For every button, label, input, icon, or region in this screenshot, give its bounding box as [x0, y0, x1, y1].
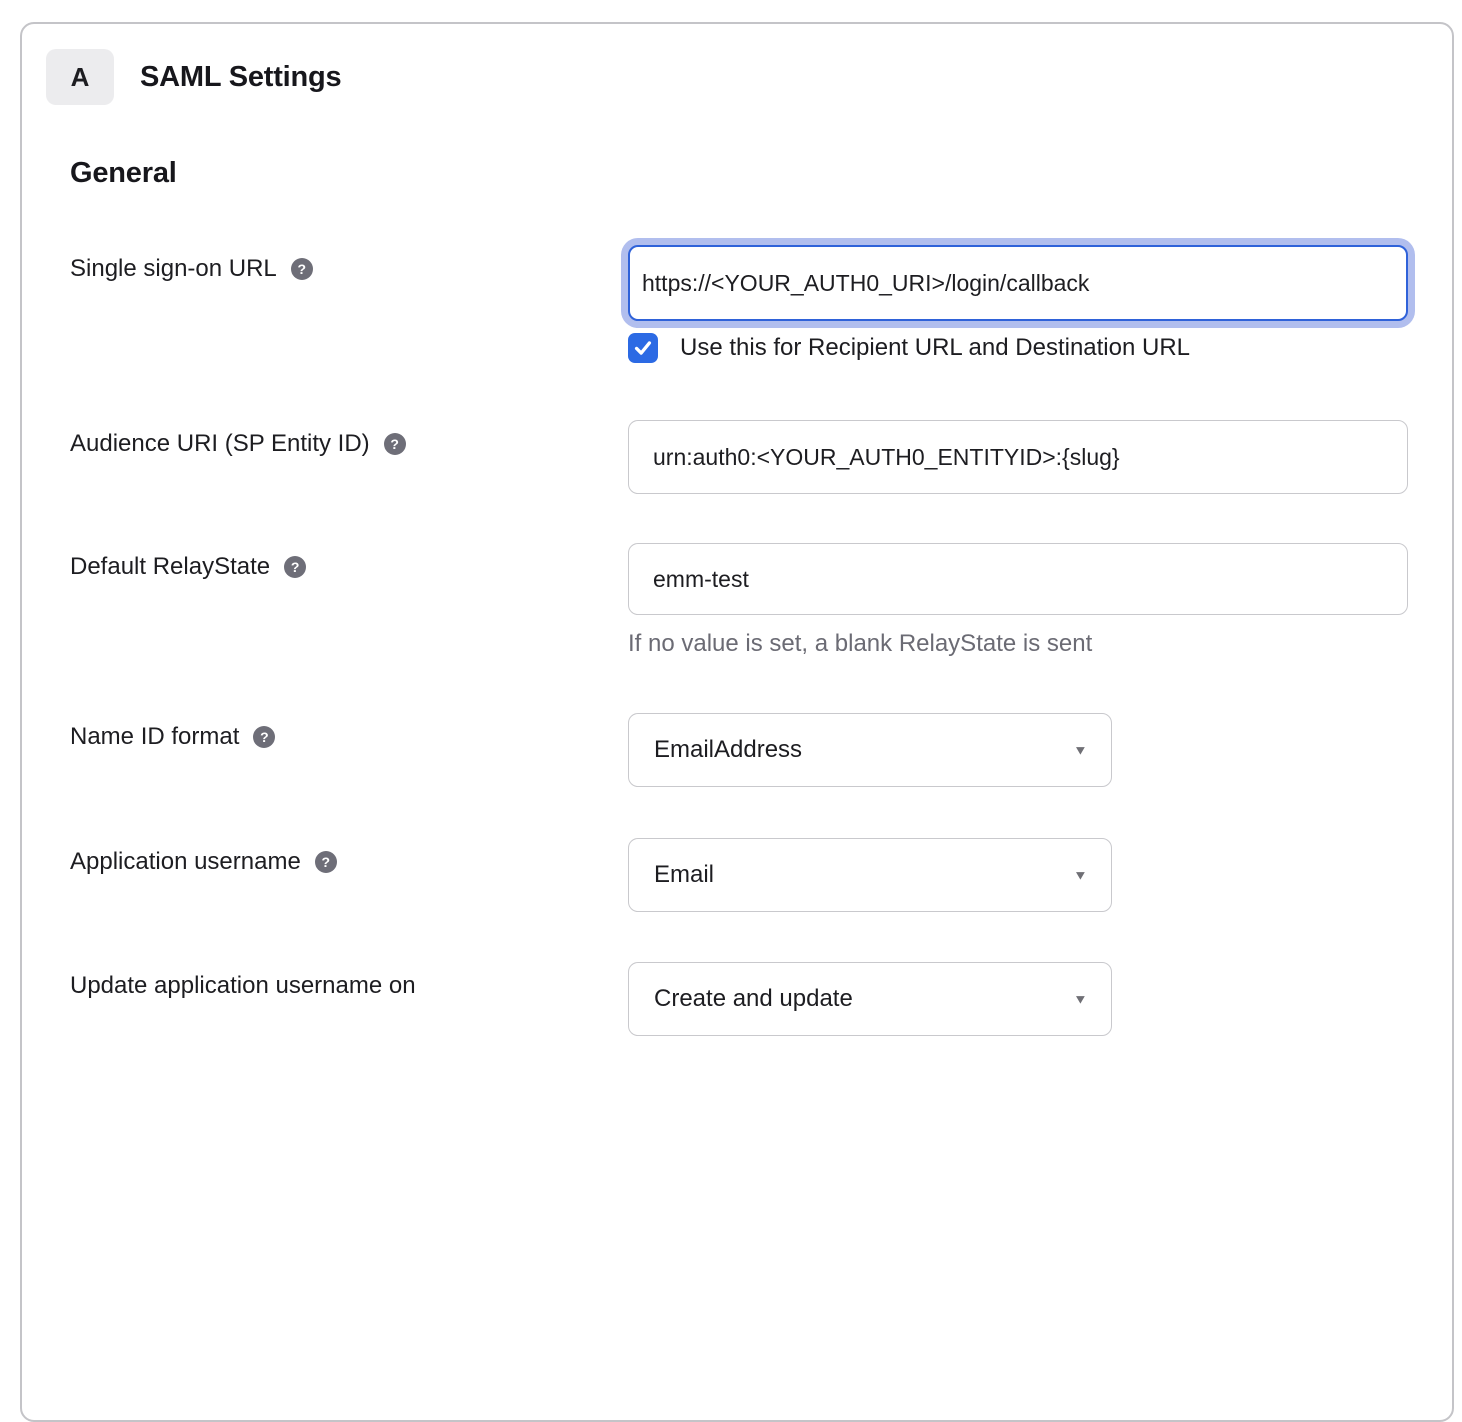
single-sign-on-url-input[interactable] — [628, 245, 1408, 321]
audience-uri-control — [628, 420, 1408, 494]
field-row-default-relaystate: Default RelayState ? If no value is set,… — [70, 543, 1408, 658]
help-icon[interactable]: ? — [284, 556, 306, 578]
field-row-single-sign-on-url: Single sign-on URL ? Use this for Recipi… — [70, 245, 1408, 363]
help-icon[interactable]: ? — [315, 851, 337, 873]
name-id-format-label: Name ID format — [70, 723, 239, 751]
update-application-username-selected-value: Create and update — [654, 985, 853, 1013]
recipient-url-checkbox-row: Use this for Recipient URL and Destinati… — [628, 333, 1408, 363]
relaystate-helper-text: If no value is set, a blank RelayState i… — [628, 630, 1408, 658]
single-sign-on-url-label: Single sign-on URL — [70, 255, 277, 283]
default-relaystate-label-group: Default RelayState ? — [70, 543, 628, 581]
name-id-format-selected-value: EmailAddress — [654, 736, 802, 764]
page-title: SAML Settings — [140, 61, 342, 94]
update-application-username-control: Create and update ▼ — [628, 962, 1408, 1036]
update-application-username-label: Update application username on — [70, 972, 416, 1000]
name-id-format-control: EmailAddress ▼ — [628, 713, 1408, 787]
default-relaystate-label: Default RelayState — [70, 553, 270, 581]
application-username-selected-value: Email — [654, 861, 714, 889]
application-username-label: Application username — [70, 848, 301, 876]
audience-uri-label: Audience URI (SP Entity ID) — [70, 430, 370, 458]
name-id-format-select[interactable]: EmailAddress ▼ — [628, 713, 1112, 787]
chevron-down-icon: ▼ — [1073, 868, 1088, 883]
chevron-down-icon: ▼ — [1073, 992, 1088, 1007]
application-username-select[interactable]: Email ▼ — [628, 838, 1112, 912]
recipient-url-checkbox[interactable] — [628, 333, 658, 363]
audience-uri-input[interactable] — [628, 420, 1408, 494]
update-application-username-label-group: Update application username on — [70, 962, 628, 1000]
chevron-down-icon: ▼ — [1073, 743, 1088, 758]
application-username-control: Email ▼ — [628, 838, 1408, 912]
panel-header: A SAML Settings — [46, 49, 1408, 105]
help-icon[interactable]: ? — [253, 726, 275, 748]
application-username-label-group: Application username ? — [70, 838, 628, 876]
help-icon[interactable]: ? — [384, 433, 406, 455]
single-sign-on-url-control: Use this for Recipient URL and Destinati… — [628, 245, 1408, 363]
step-a-badge: A — [46, 49, 114, 105]
section-heading-general: General — [70, 158, 1408, 188]
help-icon[interactable]: ? — [291, 258, 313, 280]
single-sign-on-url-label-group: Single sign-on URL ? — [70, 245, 628, 283]
name-id-format-label-group: Name ID format ? — [70, 713, 628, 751]
default-relaystate-control: If no value is set, a blank RelayState i… — [628, 543, 1408, 658]
recipient-url-checkbox-label: Use this for Recipient URL and Destinati… — [680, 334, 1190, 362]
default-relaystate-input[interactable] — [628, 543, 1408, 615]
update-application-username-select[interactable]: Create and update ▼ — [628, 962, 1112, 1036]
field-row-name-id-format: Name ID format ? EmailAddress ▼ — [70, 713, 1408, 787]
saml-settings-panel: A SAML Settings General Single sign-on U… — [20, 22, 1454, 1422]
audience-uri-label-group: Audience URI (SP Entity ID) ? — [70, 420, 628, 458]
field-row-update-application-username: Update application username on Create an… — [70, 962, 1408, 1036]
field-row-audience-uri: Audience URI (SP Entity ID) ? — [70, 420, 1408, 494]
checkmark-icon — [632, 337, 654, 359]
field-row-application-username: Application username ? Email ▼ — [70, 838, 1408, 912]
